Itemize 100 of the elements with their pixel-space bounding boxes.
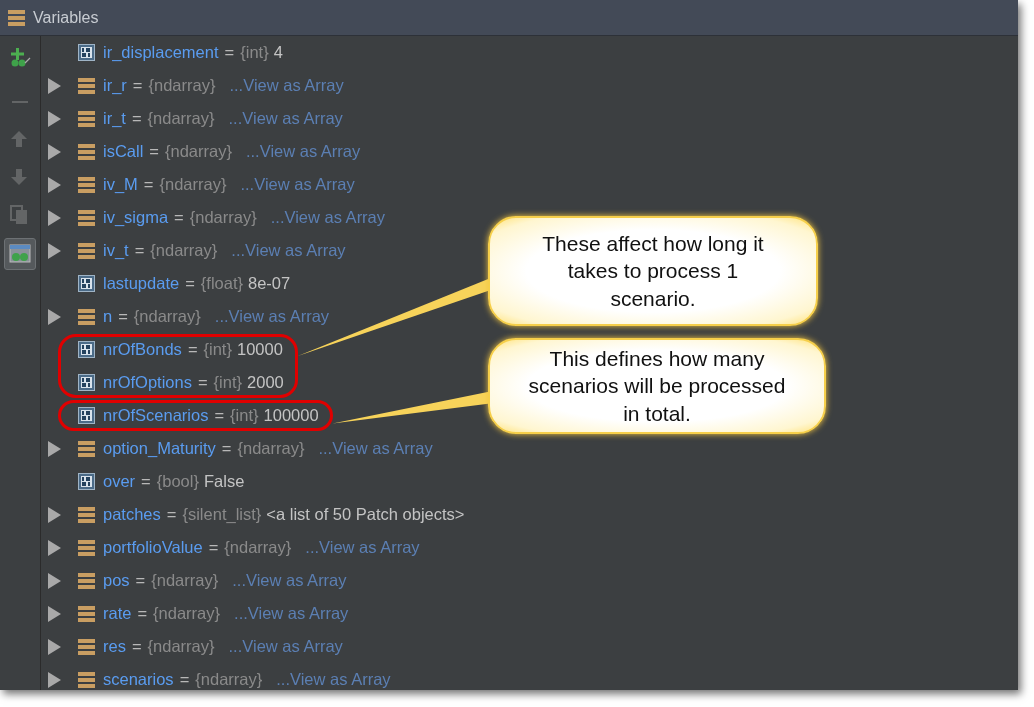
array-icon [78, 671, 95, 688]
expand-arrow-icon[interactable] [48, 110, 61, 127]
array-icon [78, 143, 95, 160]
variable-type: {ndarray} [151, 570, 219, 592]
equals-sign: = [149, 141, 159, 163]
binary-value-icon [78, 341, 95, 358]
expand-arrow-icon[interactable] [48, 242, 61, 259]
expand-arrow-icon[interactable] [48, 539, 61, 556]
array-icon [78, 506, 95, 523]
variable-name: ir_displacement [103, 42, 219, 64]
variable-type: {ndarray} [165, 141, 232, 163]
variable-name: option_Maturity [103, 438, 216, 460]
equals-sign: = [137, 603, 148, 625]
expand-arrow-icon[interactable] [48, 77, 61, 94]
expand-arrow-icon[interactable] [48, 506, 61, 523]
callout-bubble: This defines how many scenarios will be processed in total. [488, 338, 826, 434]
variable-type: {silent_list} [182, 504, 262, 526]
variable-type: {int} [203, 339, 232, 361]
variable-value: 10000 [236, 339, 283, 361]
view-as-array-link[interactable]: ...View as Array [234, 601, 349, 626]
variable-name: ir_r [103, 75, 127, 97]
variable-name: rate [103, 603, 132, 625]
variable-name: iv_sigma [103, 207, 169, 229]
view-as-array-link[interactable]: ...View as Array [305, 535, 420, 560]
equals-sign: = [143, 174, 154, 196]
expand-arrow-icon[interactable] [48, 143, 61, 160]
array-icon [78, 638, 95, 655]
variable-value: 4 [273, 42, 283, 64]
equals-sign: = [185, 273, 195, 295]
array-icon [78, 110, 95, 127]
binary-value-icon [78, 407, 95, 424]
variable-name: over [103, 471, 136, 493]
expand-arrow-icon[interactable] [48, 671, 61, 688]
expand-arrow-icon[interactable] [48, 572, 61, 589]
equals-sign: = [131, 636, 142, 658]
array-icon [78, 440, 95, 457]
watches-button[interactable] [4, 238, 36, 270]
equals-sign: = [118, 306, 128, 328]
binary-value-icon [78, 275, 95, 292]
variable-name: lastupdate [103, 273, 180, 295]
array-icon [78, 242, 95, 259]
minus-icon [12, 101, 28, 103]
view-as-array-link[interactable]: ...View as Array [228, 106, 343, 131]
callout-bubble: These affect how long it takes to process 1 scenario. [488, 216, 818, 326]
variable-type: {int} [230, 405, 259, 427]
variable-name: iv_t [103, 240, 129, 262]
variable-type: {int} [213, 372, 243, 394]
array-icon [78, 77, 95, 94]
panel-title: Variables [33, 7, 99, 28]
variable-name: iv_M [103, 174, 138, 196]
view-as-array-link[interactable]: ...View as Array [228, 634, 343, 659]
variable-type: {ndarray} [148, 75, 216, 97]
expand-arrow-icon[interactable] [48, 605, 61, 622]
equals-sign: = [141, 471, 151, 493]
variable-name: scenarios [103, 669, 174, 690]
variable-value: <a list of 50 Patch objects> [266, 504, 465, 526]
variable-name: pos [103, 570, 130, 592]
equals-sign: = [132, 75, 143, 97]
view-as-array-link[interactable]: ...View as Array [232, 568, 347, 593]
variable-name: nrOfOptions [103, 372, 192, 394]
variable-type: {ndarray} [150, 240, 218, 262]
view-as-array-link[interactable]: ...View as Array [276, 667, 391, 690]
expand-arrow-icon[interactable] [48, 440, 61, 457]
equals-sign: = [166, 504, 177, 526]
variable-type: {ndarray} [237, 438, 305, 460]
expand-arrow-icon[interactable] [48, 308, 61, 325]
equals-sign: = [135, 570, 146, 592]
watches-icon [9, 243, 31, 265]
variable-type: {ndarray} [147, 108, 215, 130]
variable-type: {bool} [156, 471, 199, 493]
equals-sign: = [208, 537, 219, 559]
equals-sign: = [134, 240, 145, 262]
variable-type: {ndarray} [189, 207, 257, 229]
variable-name: res [103, 636, 126, 658]
variable-type: {int} [240, 42, 269, 64]
view-as-array-link[interactable]: ...View as Array [231, 238, 346, 263]
equals-sign: = [187, 339, 198, 361]
view-as-array-link[interactable]: ...View as Array [214, 304, 330, 329]
equals-sign: = [224, 42, 235, 64]
expand-arrow-icon[interactable] [48, 638, 61, 655]
expand-arrow-icon[interactable] [48, 209, 61, 226]
equals-sign: = [197, 372, 208, 394]
variable-value: 8e-07 [248, 273, 291, 295]
variable-type: {ndarray} [153, 603, 221, 625]
binary-value-icon [78, 44, 95, 61]
variable-name: portfolioValue [103, 537, 203, 559]
view-as-array-link[interactable]: ...View as Array [240, 172, 355, 197]
array-icon [78, 605, 95, 622]
variable-type: {float} [200, 273, 243, 295]
view-as-array-link[interactable]: ...View as Array [245, 139, 361, 164]
variable-value: 2000 [247, 372, 284, 394]
variable-name: nrOfScenarios [103, 405, 209, 427]
view-as-array-link[interactable]: ...View as Array [270, 205, 386, 230]
variable-name: n [103, 306, 113, 328]
view-as-array-link[interactable]: ...View as Array [229, 73, 344, 98]
variable-name: patches [103, 504, 161, 526]
array-icon [78, 209, 95, 226]
view-as-array-link[interactable]: ...View as Array [318, 436, 433, 461]
expand-arrow-icon[interactable] [48, 176, 61, 193]
variable-name: nrOfBonds [103, 339, 182, 361]
